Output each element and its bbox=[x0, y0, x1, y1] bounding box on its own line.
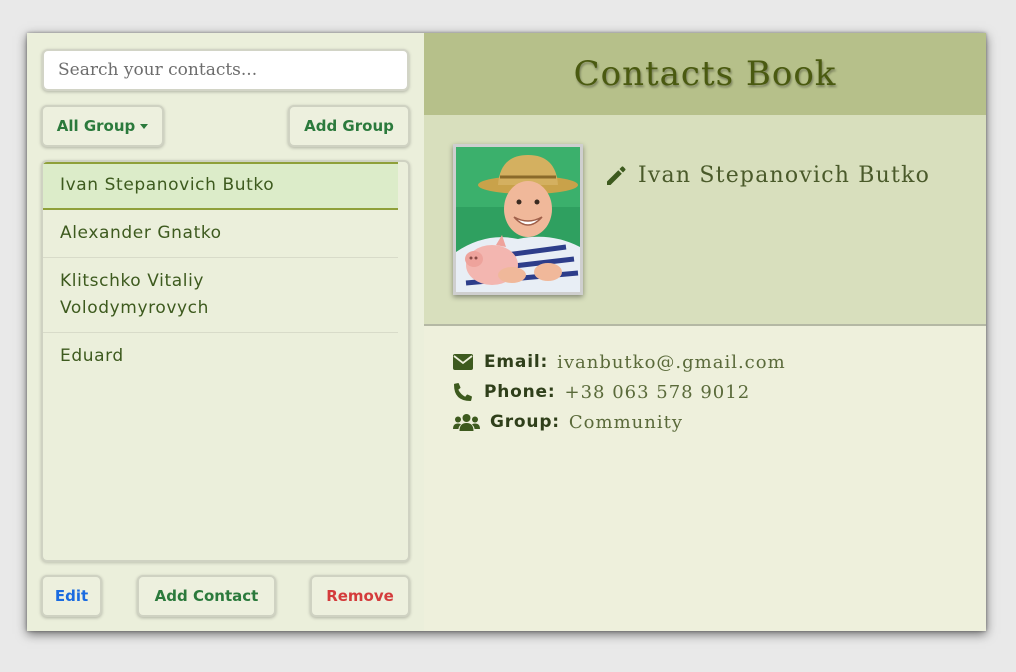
phone-row: Phone: +38 063 578 9012 bbox=[452, 377, 786, 407]
pencil-icon[interactable] bbox=[604, 164, 628, 188]
caret-down-icon bbox=[140, 123, 149, 129]
email-row: Email: ivanbutko@.gmail.com bbox=[452, 347, 786, 377]
phone-icon bbox=[452, 383, 474, 401]
search-input[interactable] bbox=[42, 49, 409, 91]
contact-name-row: Ivan Stepanovich Butko bbox=[604, 163, 930, 188]
contact-name: Ivan Stepanovich Butko bbox=[638, 163, 931, 188]
group-filter-label: All Group bbox=[56, 117, 136, 135]
add-contact-button[interactable]: Add Contact bbox=[137, 575, 276, 617]
contact-avatar bbox=[453, 144, 583, 295]
envelope-icon bbox=[452, 354, 474, 370]
contact-list: Ivan Stepanovich Butko Alexander Gnatko … bbox=[41, 160, 410, 562]
contacts-app: All Group Add Group Ivan Stepanovich But… bbox=[27, 33, 986, 631]
group-value: Community bbox=[568, 411, 683, 433]
detail-panel: Contacts Book Ivan Stepanovich Butko Ema… bbox=[424, 33, 986, 631]
group-filter-dropdown[interactable]: All Group bbox=[41, 105, 164, 147]
phone-label: Phone: bbox=[484, 382, 556, 402]
contact-list-item[interactable]: Ivan Stepanovich Butko bbox=[43, 162, 398, 210]
remove-button[interactable]: Remove bbox=[310, 575, 410, 617]
add-group-button[interactable]: Add Group bbox=[288, 105, 410, 147]
page-title: Contacts Book bbox=[573, 54, 837, 94]
group-label: Group: bbox=[490, 412, 560, 432]
sidebar: All Group Add Group Ivan Stepanovich But… bbox=[27, 33, 424, 631]
email-value: ivanbutko@.gmail.com bbox=[557, 351, 786, 373]
contact-list-item[interactable]: Klitschko Vitaliy Volodymyrovych bbox=[43, 258, 398, 333]
contact-details: Email: ivanbutko@.gmail.com Phone: +38 0… bbox=[452, 347, 786, 437]
contact-list-item[interactable]: Eduard bbox=[43, 333, 398, 380]
users-icon bbox=[452, 413, 480, 431]
edit-button[interactable]: Edit bbox=[41, 575, 102, 617]
profile-card: Ivan Stepanovich Butko bbox=[424, 115, 986, 326]
app-header: Contacts Book bbox=[424, 33, 986, 115]
email-label: Email: bbox=[484, 352, 549, 372]
contact-list-item[interactable]: Alexander Gnatko bbox=[43, 210, 398, 258]
phone-value: +38 063 578 9012 bbox=[564, 381, 751, 403]
group-row: Group: Community bbox=[452, 407, 786, 437]
